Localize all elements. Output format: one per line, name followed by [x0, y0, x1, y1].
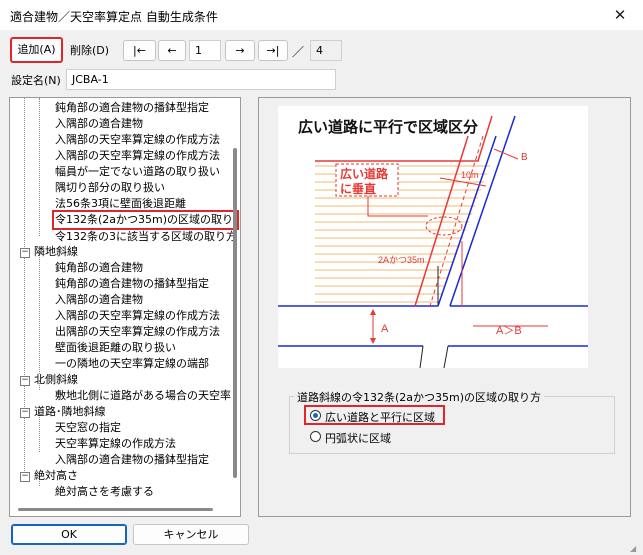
first-page-button[interactable]: |← — [123, 40, 156, 61]
page-number-input[interactable]: 1 — [189, 40, 221, 61]
tree-item[interactable]: 一の隣地の天空率算定線の端部 — [55, 356, 209, 372]
road-break — [419, 345, 424, 369]
label-B: B — [521, 152, 528, 163]
page-separator: ／ — [292, 45, 305, 59]
diagram-title: 広い道路に平行で区域区分 — [298, 118, 478, 136]
tree-item[interactable]: 入隅部の天空率算定線の作成方法 — [55, 148, 220, 164]
tree-item[interactable]: 入隅部の適合建物の播鉢型指定 — [55, 452, 209, 468]
prev-page-button[interactable]: ← — [158, 40, 186, 61]
tree-item[interactable]: 天空率算定線の作成方法 — [55, 436, 176, 452]
option-parallel-label: 広い道路と平行に区域 — [325, 411, 435, 424]
label-AgtB: A＞B — [496, 325, 522, 337]
collapse-icon[interactable]: − — [20, 472, 30, 482]
tree-group[interactable]: 道路･隣地斜線 — [34, 404, 106, 420]
collapse-icon[interactable]: − — [20, 376, 30, 386]
label-10m: 10m — [461, 170, 479, 180]
resize-grip-icon[interactable]: ◢ — [630, 544, 640, 554]
collapse-icon[interactable]: − — [20, 408, 30, 418]
tree-item[interactable]: 鈍角部の適合建物の播鉢型指定 — [55, 276, 209, 292]
tree-item[interactable]: 鈍角部の適合建物の播鉢型指定 — [55, 100, 209, 116]
tree-item[interactable]: 令132条の3に該当する区域の取り方 — [55, 229, 237, 245]
add-button[interactable]: 追加(A) — [10, 37, 63, 63]
tree-item[interactable]: 壁面後退距離の取り扱い — [55, 340, 176, 356]
close-button[interactable]: ✕ — [604, 2, 636, 28]
ok-button[interactable]: OK — [11, 524, 127, 545]
setting-name-input[interactable]: JCBA-1 — [66, 69, 336, 90]
diagram-svg: B 10m 広い道路 に垂直 2Aかつ35m A A＞B 広い道路に平行で区域区… — [278, 115, 588, 369]
tree-item[interactable]: 幅員が一定でない道路の取り扱い — [55, 164, 220, 180]
tree-item[interactable]: 入隅部の適合建物 — [55, 292, 143, 308]
tree-group[interactable]: 絶対高さ — [34, 468, 78, 484]
radio-selected-icon[interactable] — [310, 410, 321, 421]
tree-item[interactable]: 入隅部の適合建物 — [55, 116, 143, 132]
tree-item[interactable]: 入隅部の天空率算定線の作成方法 — [55, 132, 220, 148]
dimension-B — [493, 148, 519, 160]
diagram: B 10m 広い道路 に垂直 2Aかつ35m A A＞B 広い道路に平行で区域区… — [278, 106, 588, 369]
collapse-icon[interactable]: − — [20, 248, 30, 258]
last-page-button[interactable]: →| — [258, 40, 288, 61]
radio-icon[interactable] — [310, 431, 321, 442]
tree-group[interactable]: 隣地斜線 — [34, 244, 78, 260]
total-pages: 4 — [310, 40, 342, 61]
annotation-line-2: に垂直 — [340, 181, 376, 196]
option-arc-label: 円弧状に区域 — [325, 432, 391, 445]
setting-name-label: 設定名(N) — [11, 74, 61, 87]
road-break — [443, 345, 449, 369]
focus-ellipse — [425, 216, 463, 236]
cancel-button[interactable]: キャンセル — [133, 524, 249, 545]
option-arc[interactable]: 円弧状に区域 — [306, 428, 446, 446]
tree-item[interactable]: 隅切り部分の取り扱い — [55, 180, 165, 196]
delete-button[interactable]: 削除(D) — [67, 40, 112, 61]
label-A: A — [381, 323, 389, 335]
tree-item[interactable]: 入隅部の天空率算定線の作成方法 — [55, 308, 220, 324]
window-title: 適合建物／天空率算定点 自動生成条件 — [10, 10, 218, 24]
next-page-button[interactable]: → — [225, 40, 255, 61]
vertical-scrollbar[interactable] — [233, 148, 237, 478]
horizontal-scrollbar[interactable] — [18, 508, 213, 511]
tree-item[interactable]: 鈍角部の適合建物 — [55, 260, 143, 276]
tree-group[interactable]: 北側斜線 — [34, 372, 78, 388]
close-icon: ✕ — [613, 6, 627, 24]
area-method-label: 道路斜線の令132条(2aかつ35m)の区域の取り方 — [294, 389, 545, 405]
settings-tree[interactable]: 鈍角部の適合建物の播鉢型指定 入隅部の適合建物 入隅部の天空率算定線の作成方法 … — [9, 97, 241, 517]
tree-item[interactable]: 天空窓の指定 — [55, 420, 121, 436]
annotation-line-1: 広い道路 — [340, 166, 389, 181]
tree-item[interactable]: 絶対高さを考慮する — [55, 484, 154, 500]
tree-item-selected[interactable]: 令132条(2aかつ35m)の区域の取り方 — [52, 210, 239, 230]
tree-item[interactable]: 敷地北側に道路がある場合の天空率 — [55, 388, 231, 404]
option-parallel[interactable]: 広い道路と平行に区域 — [304, 405, 445, 425]
tree-item[interactable]: 出隅部の天空率算定線の作成方法 — [55, 324, 220, 340]
label-2a35: 2Aかつ35m — [378, 255, 425, 265]
